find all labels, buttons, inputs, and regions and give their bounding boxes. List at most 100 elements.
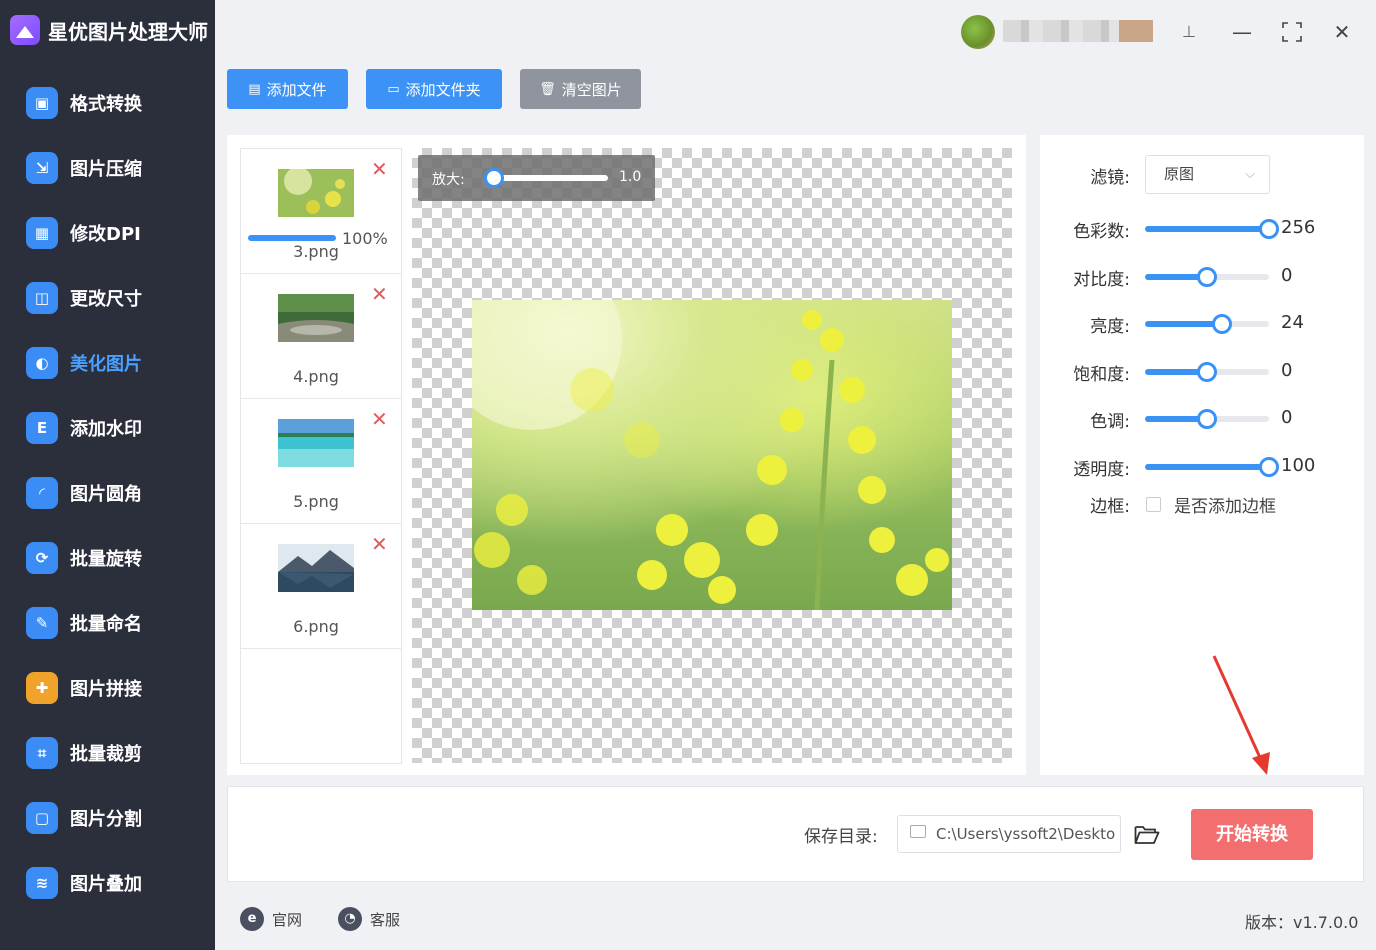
slider-handle[interactable] [1259, 457, 1279, 477]
puzzle-icon: ✚ [26, 671, 58, 704]
file-name: 4.png [293, 367, 339, 386]
file-item[interactable]: ✕ 100% 3.png [241, 149, 401, 274]
sidebar-item-10[interactable]: ⌗ 批量裁剪 [0, 720, 215, 785]
file-thumbnail [278, 544, 354, 592]
slider-label: 亮度: [1090, 317, 1130, 337]
clear-images-label: 清空图片 [561, 80, 622, 99]
add-folder-label: 添加文件夹 [405, 80, 481, 99]
sidebar-item-1[interactable]: ⇲ 图片压缩 [0, 135, 215, 200]
progress-bar [248, 235, 336, 241]
sidebar-item-label: 格式转换 [70, 93, 142, 115]
file-thumbnail [278, 294, 354, 342]
slider-handle[interactable] [1259, 219, 1279, 239]
remove-file-icon[interactable]: ✕ [371, 159, 388, 179]
filter-select-value: 原图 [1164, 165, 1195, 183]
crop-icon: ⌗ [26, 736, 58, 769]
slider-value: 0 [1281, 407, 1293, 428]
app-logo-icon [10, 15, 40, 45]
sidebar-item-label: 批量旋转 [70, 548, 142, 570]
slider-handle[interactable] [1197, 267, 1217, 287]
website-link[interactable]: e 官网 [240, 907, 302, 931]
slider-handle[interactable] [1197, 362, 1217, 382]
trash-icon: 🗑 [539, 81, 556, 97]
slider-handle[interactable] [1211, 314, 1232, 334]
filter-label: 滤镜: [1090, 168, 1130, 188]
sidebar-item-4[interactable]: ◐ 美化图片 [0, 330, 215, 395]
sidebar-item-7[interactable]: ⟳ 批量旋转 [0, 525, 215, 590]
slider-track[interactable] [1145, 219, 1279, 239]
sidebar-item-5[interactable]: E 添加水印 [0, 395, 215, 460]
maximize-button[interactable] [1278, 18, 1306, 46]
add-border-checkbox[interactable] [1146, 497, 1161, 512]
file-icon: ▤ [248, 81, 261, 97]
slider-track[interactable] [1145, 409, 1269, 429]
slider-fill [1145, 464, 1269, 470]
remove-file-icon[interactable]: ✕ [371, 409, 388, 429]
slider-label: 色调: [1090, 412, 1130, 432]
zoom-label: 放大: [432, 172, 465, 188]
file-name: 5.png [293, 492, 339, 511]
rounded-corner-icon: ◜ [26, 476, 58, 509]
zoom-slider-handle[interactable] [484, 168, 504, 188]
slider-track[interactable] [1145, 314, 1269, 334]
sidebar-item-9[interactable]: ✚ 图片拼接 [0, 655, 215, 720]
sidebar-item-2[interactable]: ▦ 修改DPI [0, 200, 215, 265]
title-bar: ⊥ — ✕ [215, 0, 1376, 62]
slider-value: 24 [1281, 312, 1304, 333]
slider-track[interactable] [1145, 457, 1279, 477]
zoom-slider-track[interactable] [486, 175, 608, 181]
app-title: 星优图片处理大师 [10, 12, 208, 48]
sidebar-item-0[interactable]: ▣ 格式转换 [0, 70, 215, 135]
dpi-icon: ▦ [26, 216, 58, 249]
rapeseed-flower-photo [472, 300, 949, 610]
sidebar-item-8[interactable]: ✎ 批量命名 [0, 590, 215, 655]
slider-track[interactable] [1145, 267, 1269, 287]
add-file-button[interactable]: ▤ 添加文件 [227, 69, 348, 109]
sidebar-item-3[interactable]: ◫ 更改尺寸 [0, 265, 215, 330]
slider-handle[interactable] [1197, 409, 1217, 429]
sidebar-item-label: 图片分割 [70, 808, 142, 830]
support-link[interactable]: ◔ 客服 [338, 907, 400, 931]
filter-select[interactable]: 原图 ⌵ [1145, 155, 1270, 194]
file-item[interactable]: ✕ 4.png [241, 274, 401, 399]
rename-icon: ✎ [26, 606, 58, 639]
slider-track[interactable] [1145, 362, 1269, 382]
sidebar-item-11[interactable]: ▢ 图片分割 [0, 785, 215, 850]
beautify-icon: ◐ [26, 346, 58, 379]
file-list: ✕ 100% 3.png ✕ 4.png ✕ 5.png ✕ 6.png [240, 148, 402, 764]
add-folder-button[interactable]: ▭ 添加文件夹 [366, 69, 502, 109]
sidebar-nav: ▣ 格式转换 ⇲ 图片压缩 ▦ 修改DPI ◫ 更改尺寸 ◐ 美化图片 E 添加水印 ◜ 图片圆角 ⟳ 批量旋… [0, 70, 215, 915]
zoom-control: 放大: 1.0 [418, 155, 655, 201]
ie-globe-icon: e [240, 907, 264, 931]
file-thumbnail [278, 169, 354, 217]
minimize-button[interactable]: — [1228, 18, 1256, 46]
start-convert-button[interactable]: 开始转换 [1191, 809, 1313, 860]
file-name: 6.png [293, 617, 339, 636]
sidebar-item-label: 图片拼接 [70, 678, 142, 700]
compress-icon: ⇲ [26, 151, 58, 184]
sidebar-item-6[interactable]: ◜ 图片圆角 [0, 460, 215, 525]
rotate-icon: ⟳ [26, 541, 58, 574]
add-border-label: 是否添加边框 [1174, 497, 1276, 517]
save-directory-input[interactable]: C:\Users\yssoft2\Deskto [897, 815, 1121, 853]
annotation-arrow [1212, 655, 1270, 775]
file-item[interactable]: ✕ 5.png [241, 399, 401, 524]
app-title-text: 星优图片处理大师 [48, 19, 208, 44]
close-button[interactable]: ✕ [1328, 18, 1356, 46]
sidebar-item-label: 批量裁剪 [70, 743, 142, 765]
file-item[interactable]: ✕ 6.png [241, 524, 401, 649]
maximize-icon [1282, 22, 1302, 42]
website-label: 官网 [272, 910, 303, 929]
pin-icon[interactable]: ⊥ [1175, 18, 1203, 46]
user-avatar[interactable] [961, 15, 995, 49]
clear-images-button[interactable]: 🗑 清空图片 [520, 69, 641, 109]
support-label: 客服 [370, 910, 401, 929]
add-file-label: 添加文件 [266, 80, 327, 99]
sidebar-item-12[interactable]: ≋ 图片叠加 [0, 850, 215, 915]
open-folder-button[interactable] [1134, 824, 1160, 845]
remove-file-icon[interactable]: ✕ [371, 284, 388, 304]
border-label: 边框: [1090, 497, 1130, 517]
remove-file-icon[interactable]: ✕ [371, 534, 388, 554]
slider-label: 色彩数: [1073, 222, 1130, 242]
sidebar-item-label: 批量命名 [70, 613, 142, 635]
